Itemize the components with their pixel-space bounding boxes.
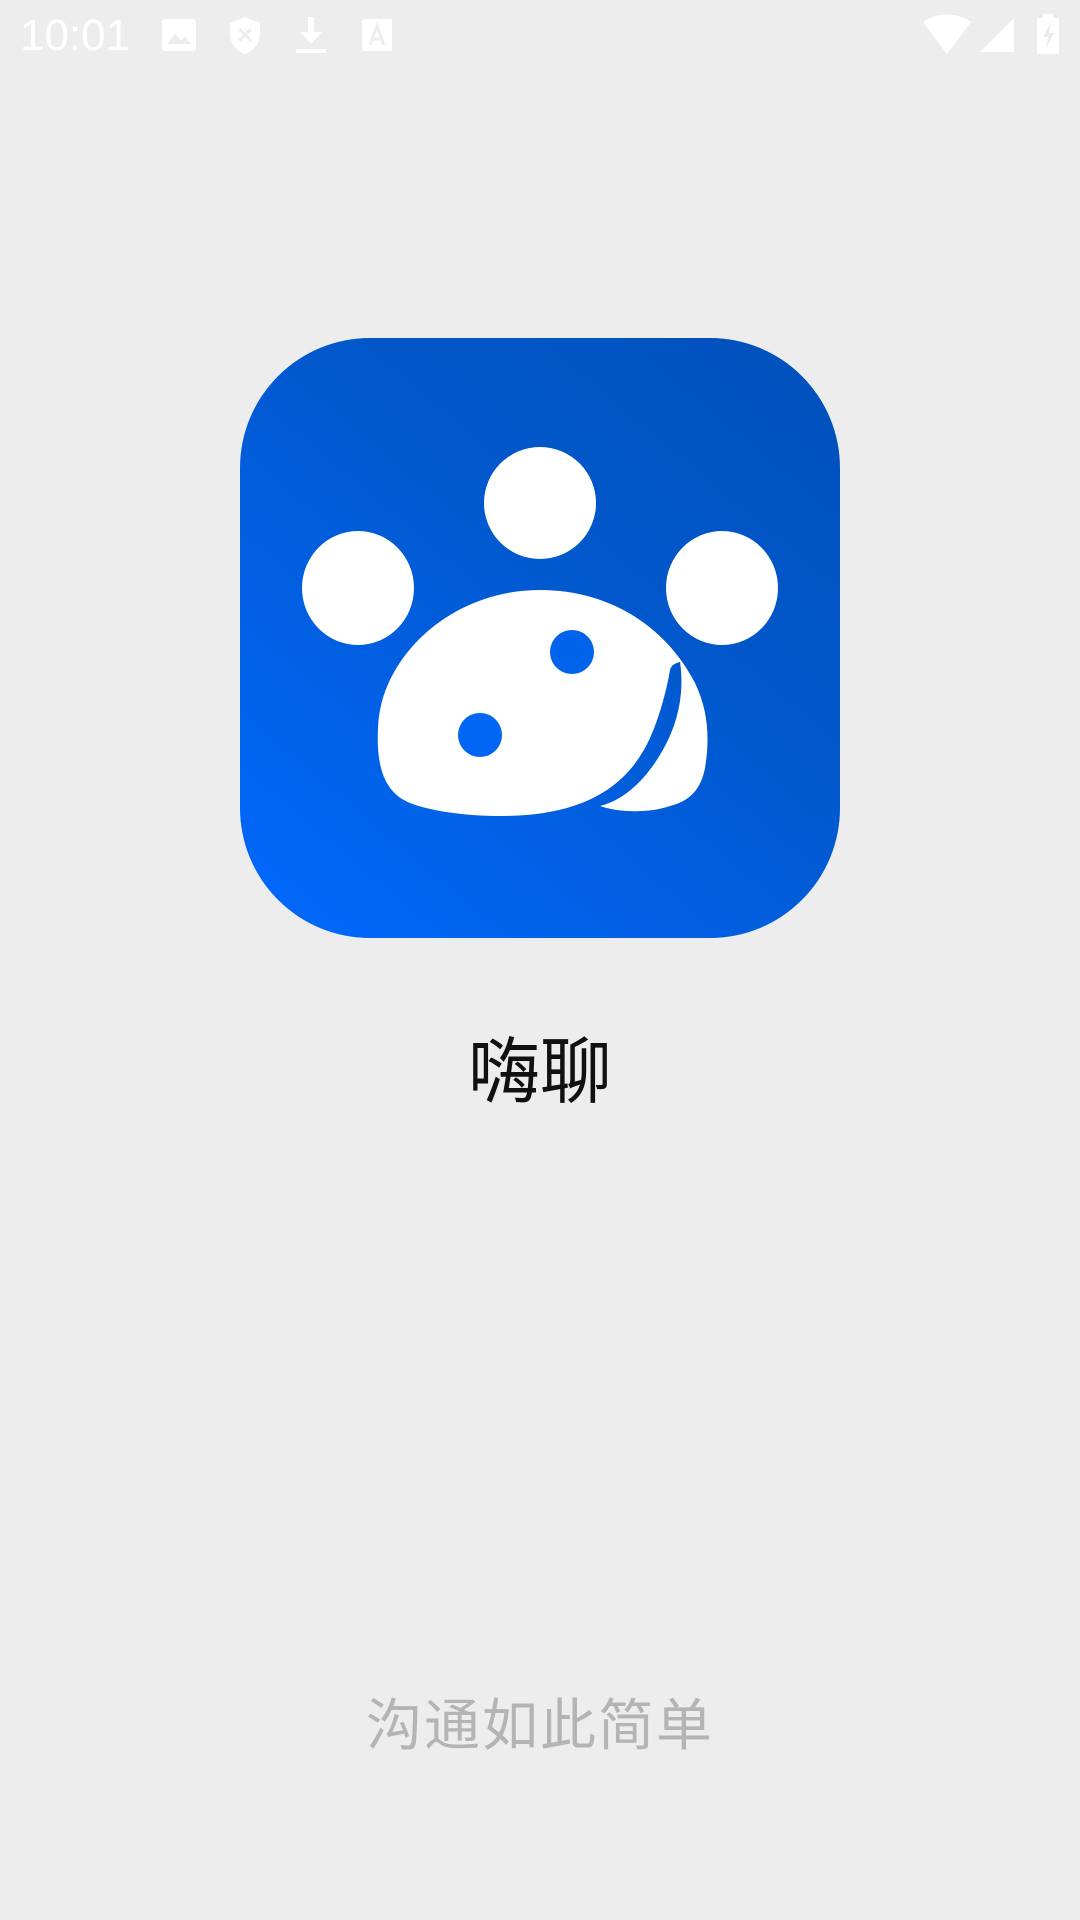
app-name: 嗨聊 [467,1030,612,1114]
status-bar: 10:01 [0,0,1080,72]
image-icon [158,14,200,56]
status-time: 10:01 [20,11,131,60]
wifi-icon [922,14,972,56]
paw-logo-icon [302,447,778,816]
battery-charging-icon [1034,14,1062,56]
download-icon [290,14,332,56]
cell-signal-icon [978,14,1016,56]
app-logo [240,338,840,938]
shield-icon [224,14,266,56]
slogan: 沟通如此简单 [366,1694,714,1759]
text-recognition-icon [356,14,398,56]
